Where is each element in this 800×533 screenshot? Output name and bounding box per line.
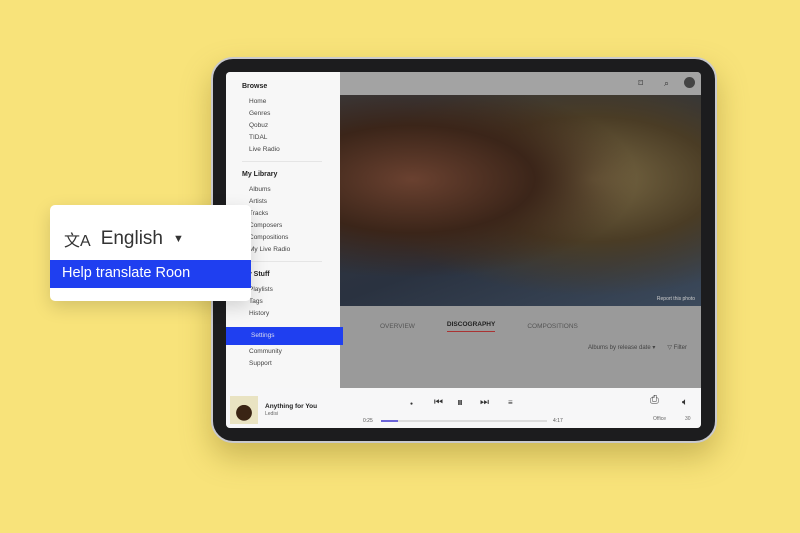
player-bar: Anything for You Ledisi ● ⏮ ⏸ ⏭ ≡ 0:25 4… — [226, 388, 701, 428]
sidebar-item-my-live-radio[interactable]: My Live Radio — [249, 246, 290, 253]
artist-tabs: OVERVIEW DISCOGRAPHY COMPOSITIONS — [340, 306, 701, 346]
sort-dropdown[interactable]: Albums by release date ▾ — [588, 344, 655, 351]
sidebar-item-history[interactable]: History — [249, 310, 269, 317]
sidebar-item-compositions[interactable]: Compositions — [249, 234, 288, 241]
language-label: English — [100, 228, 164, 249]
track-artist[interactable]: Ledisi — [265, 411, 278, 417]
sidebar-item-albums[interactable]: Albums — [249, 186, 271, 193]
language-selector[interactable]: 文A English ▼ — [64, 227, 184, 251]
language-popup: 文A English ▼ Help translate Roon — [50, 205, 251, 301]
sidebar-item-settings[interactable]: Settings — [226, 327, 343, 345]
tab-overview[interactable]: OVERVIEW — [380, 323, 415, 330]
sidebar-item-support[interactable]: Support — [249, 360, 272, 367]
sidebar-item-live-radio[interactable]: Live Radio — [249, 146, 280, 153]
album-art[interactable] — [230, 396, 258, 424]
elapsed-time: 0:25 — [363, 418, 373, 424]
volume-icon[interactable]: 🔈︎ — [682, 397, 688, 408]
sidebar-item-home[interactable]: Home — [249, 98, 266, 105]
sort-label: Albums by release date — [587, 345, 651, 351]
zone-name[interactable]: Office — [653, 416, 666, 422]
caret-down-icon: ▼ — [173, 233, 184, 245]
sidebar-item-tidal[interactable]: TIDAL — [249, 134, 267, 141]
tab-compositions[interactable]: COMPOSITIONS — [527, 323, 578, 330]
tab-discography[interactable]: DISCOGRAPHY — [446, 321, 496, 332]
translate-icon: 文A — [64, 233, 91, 250]
search-icon[interactable]: ⌕ — [664, 78, 669, 89]
bookmark-icon[interactable]: ⌑ — [638, 78, 643, 89]
sidebar-item-tracks[interactable]: Tracks — [249, 210, 268, 217]
zone-icon[interactable]: ⎙ — [650, 394, 659, 407]
section-browse: Browse — [242, 83, 268, 90]
previous-icon[interactable]: ⏮ — [434, 397, 443, 408]
pause-icon[interactable]: ⏸ — [457, 395, 463, 410]
progress-fill — [381, 420, 398, 422]
progress-slider[interactable] — [381, 420, 547, 422]
track-title[interactable]: Anything for You — [265, 403, 317, 410]
divider — [242, 261, 322, 262]
report-photo-link[interactable]: Report this photo — [657, 296, 695, 302]
radio-dot-icon[interactable]: ● — [410, 401, 413, 407]
sidebar-item-tags[interactable]: Tags — [249, 298, 263, 305]
sort-row: Albums by release date ▾ ▽ Filter — [588, 344, 687, 351]
roon-screen: ⌑ ⌕ Report this photo OVERVIEW DISCOGRAP… — [226, 72, 701, 428]
avatar[interactable] — [684, 77, 695, 88]
total-time: 4:17 — [553, 418, 563, 424]
sidebar-item-artists[interactable]: Artists — [249, 198, 267, 205]
queue-icon[interactable]: ≡ — [508, 398, 513, 407]
sidebar-item-playlists[interactable]: Playlists — [249, 286, 273, 293]
sidebar-item-composers[interactable]: Composers — [249, 222, 282, 229]
sidebar-item-genres[interactable]: Genres — [249, 110, 270, 117]
filter-button[interactable]: ▽ Filter — [667, 344, 687, 351]
divider — [242, 161, 322, 162]
sidebar-item-qobuz[interactable]: Qobuz — [249, 122, 268, 129]
section-my-library: My Library — [242, 171, 278, 178]
filter-label: Filter — [673, 345, 687, 351]
sidebar-item-community[interactable]: Community — [249, 348, 282, 355]
help-translate-button[interactable]: Help translate Roon — [50, 260, 251, 288]
top-bar: ⌑ ⌕ — [340, 72, 701, 95]
artist-photo: Report this photo — [340, 95, 701, 306]
next-icon[interactable]: ⏭ — [480, 397, 489, 408]
volume-level[interactable]: 30 — [685, 416, 691, 422]
